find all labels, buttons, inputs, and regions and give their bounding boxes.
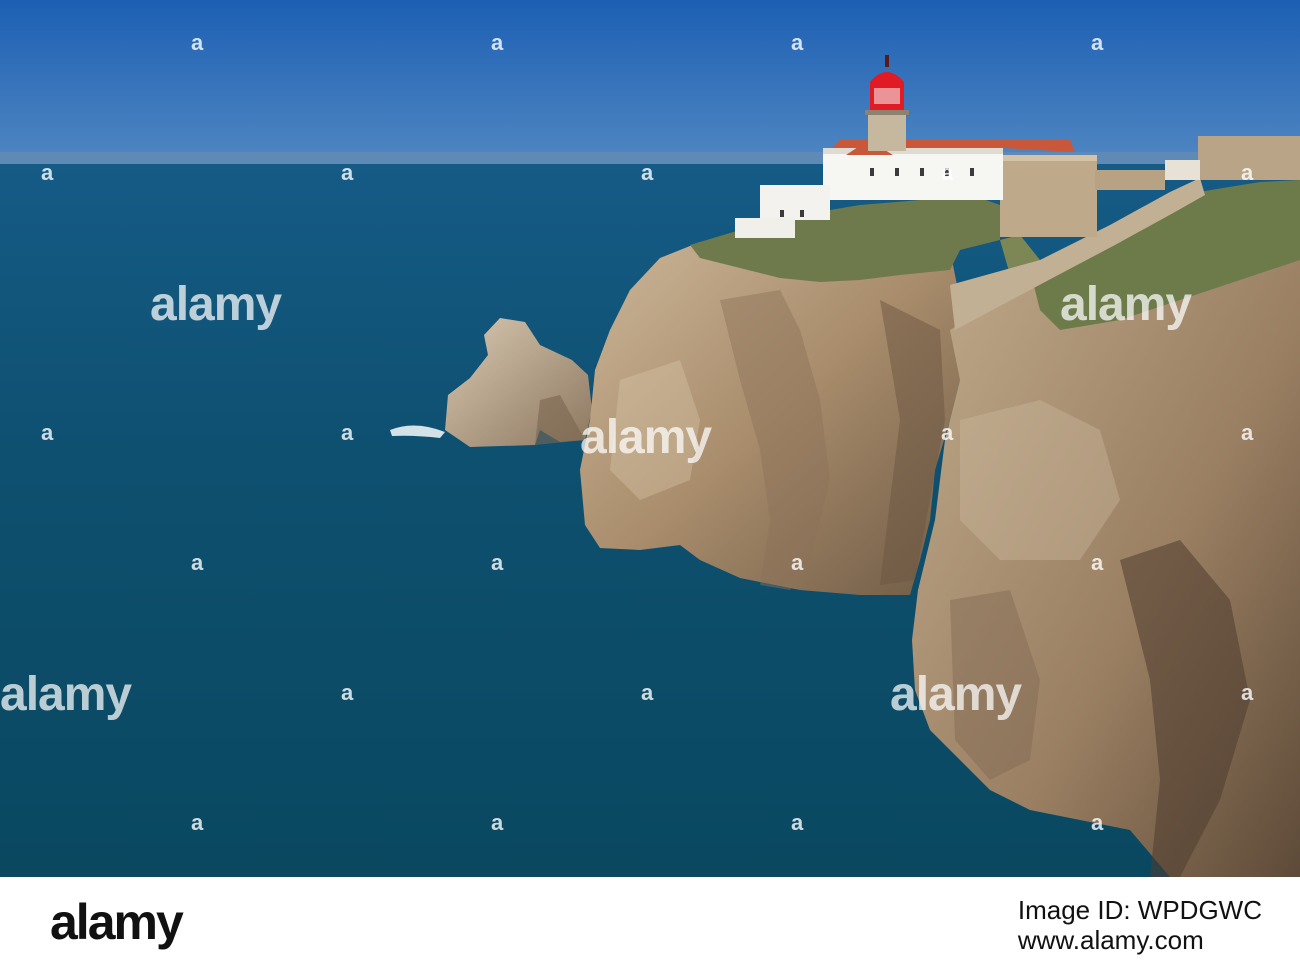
watermark-logo: alamy [1060, 278, 1192, 331]
watermark-a: a [941, 160, 954, 185]
watermark-a: a [1091, 810, 1104, 835]
footer-bar: alamy Image ID: WPDGWC www.alamy.com [0, 877, 1300, 966]
white-building-main [823, 148, 1003, 200]
watermark-logo: alamy [580, 411, 712, 464]
fort-bastion [1000, 155, 1097, 237]
watermark-a: a [1091, 550, 1104, 575]
watermark-a: a [341, 680, 354, 705]
watermark-a: a [341, 160, 354, 185]
watermark-a: a [1241, 160, 1254, 185]
watermark-a: a [1241, 420, 1254, 445]
image-id: Image ID: WPDGWC [1017, 895, 1262, 925]
watermark-a: a [791, 550, 804, 575]
watermark-a: a [1241, 680, 1254, 705]
watermark-a: a [791, 810, 804, 835]
watermark-a: a [191, 30, 204, 55]
watermark-a: a [341, 420, 354, 445]
stock-photo: alamy alamy alamy alamy alamy a a a a a … [0, 0, 1300, 877]
watermark-a: a [641, 680, 654, 705]
image-info: Image ID: WPDGWC www.alamy.com [1018, 895, 1262, 955]
watermark-a: a [1091, 30, 1104, 55]
watermark-a: a [41, 420, 54, 445]
watermark-a: a [191, 810, 204, 835]
watermark-a: a [641, 160, 654, 185]
watermark-logo: alamy [890, 668, 1022, 721]
watermark-a: a [491, 810, 504, 835]
watermark-a: a [191, 550, 204, 575]
watermark-logo: alamy [150, 278, 282, 331]
watermark-logo: alamy [0, 668, 132, 721]
watermark-a: a [491, 30, 504, 55]
orange-roof [832, 140, 1003, 148]
sky [0, 0, 1300, 160]
watermark-a: a [941, 420, 954, 445]
lighthouse-tower [868, 113, 906, 151]
watermark-a: a [41, 160, 54, 185]
site-url: www.alamy.com [1017, 925, 1204, 955]
watermark-a: a [491, 550, 504, 575]
alamy-logo: alamy [50, 894, 184, 950]
watermark-a: a [791, 30, 804, 55]
